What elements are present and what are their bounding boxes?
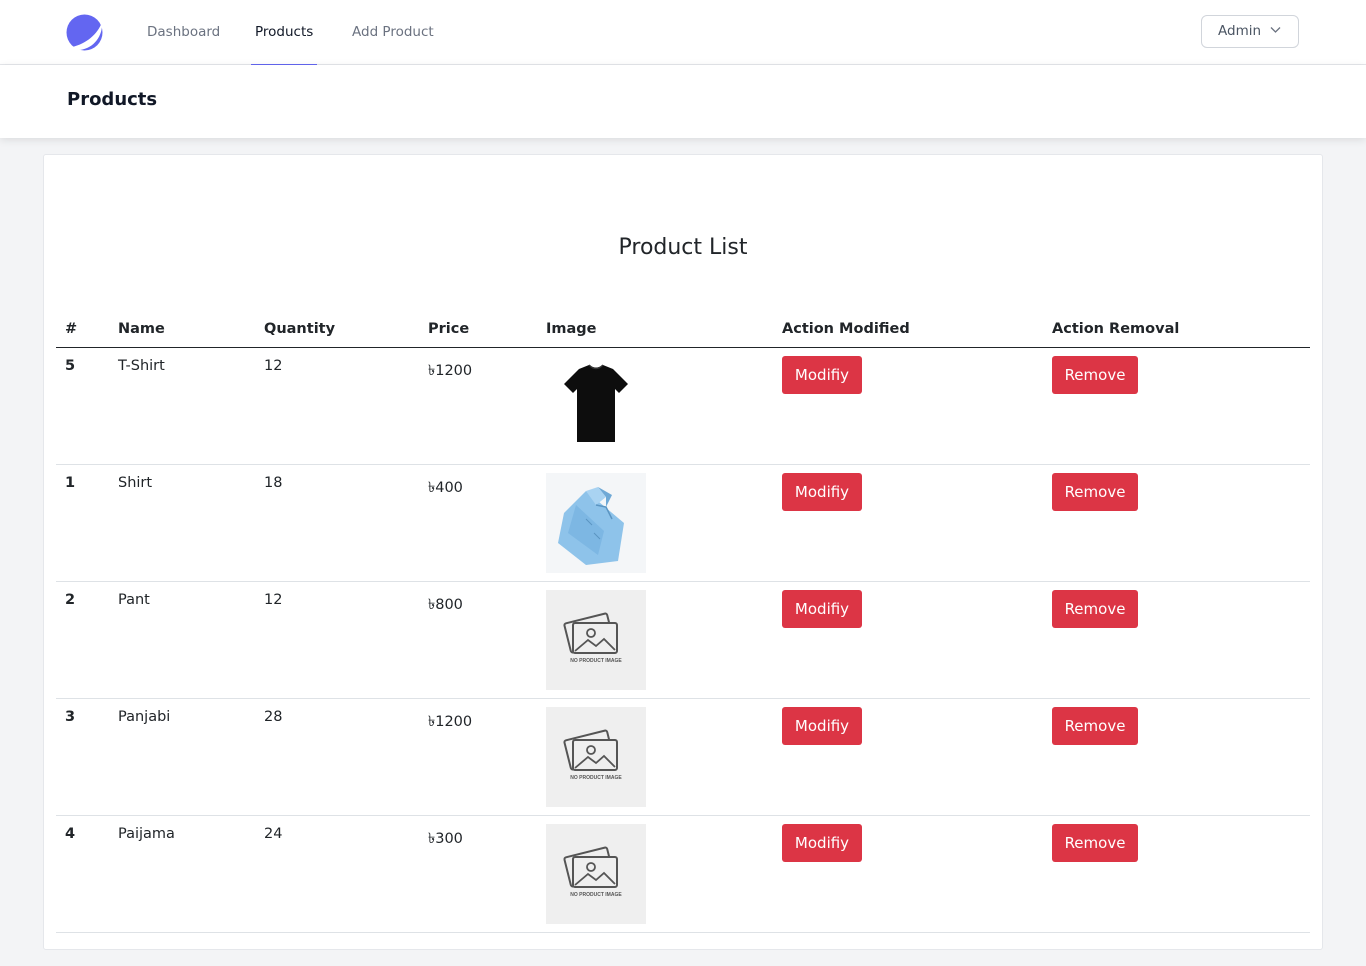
header-image: Image [546, 321, 597, 337]
remove-button[interactable]: Remove [1052, 473, 1138, 511]
row-name: Panjabi [118, 709, 171, 725]
header-id: # [65, 321, 78, 337]
row-price: ৳1200 [428, 714, 473, 730]
row-quantity: 12 [264, 592, 283, 608]
card-title: Product List [618, 235, 748, 260]
admin-menu-button[interactable]: Admin [1201, 15, 1299, 48]
nav-dashboard[interactable]: Dashboard [147, 0, 220, 65]
table-row: 2 Pant 12 ৳800 NO PRODUCT IMAGE Modifiy … [56, 582, 1310, 699]
row-name: Pant [118, 592, 150, 608]
row-id: 2 [65, 592, 76, 608]
remove-button[interactable]: Remove [1052, 356, 1138, 394]
row-price: ৳1200 [428, 363, 473, 379]
header-name: Name [118, 321, 165, 337]
header-price: Price [428, 321, 470, 337]
no-product-image: NO PRODUCT IMAGE [546, 824, 646, 924]
row-quantity: 18 [264, 475, 283, 491]
header-action-modified: Action Modified [782, 321, 910, 337]
row-name: Shirt [118, 475, 153, 491]
row-id: 5 [65, 358, 76, 374]
no-image-text: NO PRODUCT IMAGE [570, 892, 622, 898]
row-quantity: 12 [264, 358, 283, 374]
top-navbar: Dashboard Products Add Product Admin [0, 0, 1366, 66]
row-name: Paijama [118, 826, 175, 842]
table-header: # Name Quantity Price Image Action Modif… [56, 315, 1310, 348]
row-price: ৳400 [428, 480, 463, 496]
row-id: 3 [65, 709, 76, 725]
product-list-card: Product List # Name Quantity Price Image… [43, 154, 1323, 950]
chevron-down-icon [1270, 27, 1281, 33]
header-action-removal: Action Removal [1052, 321, 1180, 337]
header-quantity: Quantity [264, 321, 336, 337]
no-image-text: NO PRODUCT IMAGE [570, 658, 622, 664]
nav-products[interactable]: Products [250, 0, 318, 66]
remove-button[interactable]: Remove [1052, 824, 1138, 862]
row-price: ৳800 [428, 597, 463, 613]
row-id: 1 [65, 475, 76, 491]
remove-button[interactable]: Remove [1052, 707, 1138, 745]
image-placeholder-icon: NO PRODUCT IMAGE [563, 729, 622, 781]
remove-button[interactable]: Remove [1052, 590, 1138, 628]
page-title: Products [67, 89, 158, 110]
page-header: Products [0, 65, 1366, 138]
row-id: 4 [65, 826, 76, 842]
admin-label: Admin [1218, 23, 1262, 39]
no-image-text: NO PRODUCT IMAGE [570, 775, 622, 781]
modify-button[interactable]: Modifiy [782, 707, 862, 745]
modify-button[interactable]: Modifiy [782, 473, 862, 511]
modify-button[interactable]: Modifiy [782, 356, 862, 394]
product-table: # Name Quantity Price Image Action Modif… [56, 315, 1310, 933]
image-placeholder-icon: NO PRODUCT IMAGE [563, 846, 622, 898]
no-product-image: NO PRODUCT IMAGE [546, 707, 646, 807]
blue-shirt-image [546, 473, 646, 573]
nav-add-product[interactable]: Add Product [352, 0, 434, 65]
table-row: 5 T-Shirt 12 ৳1200 Modifiy Remove [56, 348, 1310, 465]
table-row: 4 Paijama 24 ৳300 NO PRODUCT IMAGE Modif… [56, 816, 1310, 933]
no-product-image: NO PRODUCT IMAGE [546, 590, 646, 690]
image-placeholder-icon: NO PRODUCT IMAGE [563, 612, 622, 664]
row-name: T-Shirt [118, 358, 165, 374]
black-tshirt-image [546, 356, 646, 456]
modify-button[interactable]: Modifiy [782, 590, 862, 628]
row-quantity: 28 [264, 709, 283, 725]
modify-button[interactable]: Modifiy [782, 824, 862, 862]
row-quantity: 24 [264, 826, 283, 842]
table-row: 3 Panjabi 28 ৳1200 NO PRODUCT IMAGE Modi… [56, 699, 1310, 816]
row-price: ৳300 [428, 831, 463, 847]
app-logo-icon[interactable] [66, 14, 103, 51]
table-row: 1 Shirt 18 ৳400 Modifiy Remove [56, 465, 1310, 582]
